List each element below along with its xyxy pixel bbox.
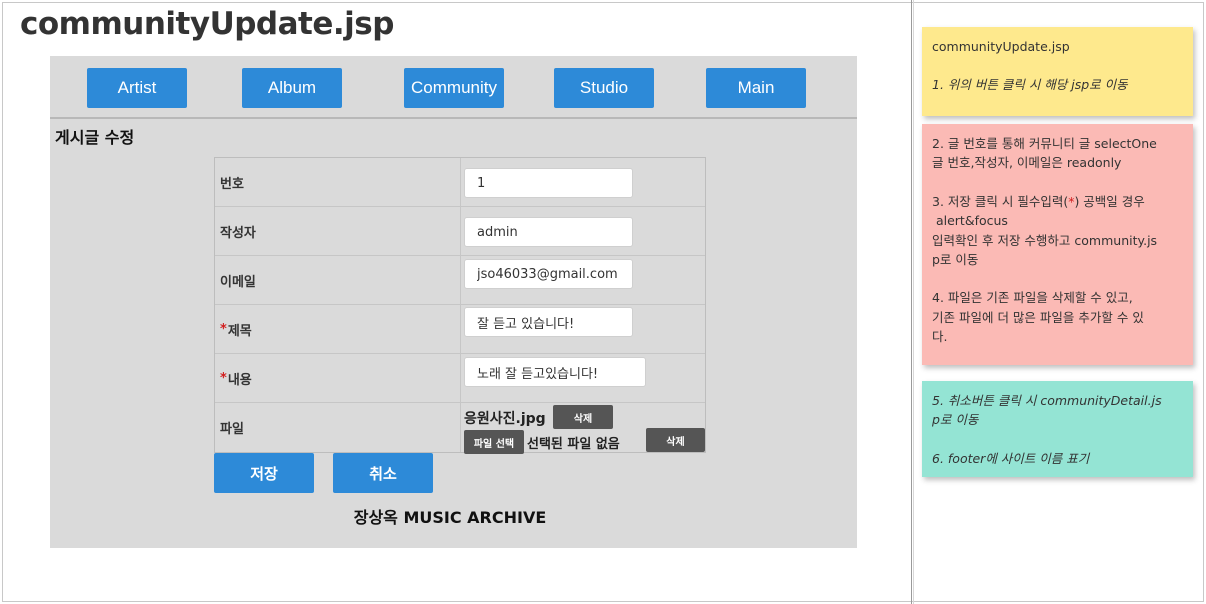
note-red-text: ) 공백일 경우	[1074, 193, 1145, 209]
form-row-content: * 내용	[215, 354, 705, 403]
nav-separator	[50, 117, 857, 119]
delete-new-file-button[interactable]: 삭제	[646, 428, 705, 452]
note-cancel-footer: 5. 취소버튼 클릭 시 communityDetail.js p로 이동 6.…	[922, 381, 1193, 477]
note-red-text: 3. 저장 클릭 시 필수입력(	[932, 193, 1069, 209]
number-label: 번호	[215, 158, 461, 206]
subject-label-cell: * 제목	[215, 305, 461, 353]
note-red-line: 글 번호,작성자, 이메일은 readonly	[932, 155, 1122, 171]
author-label: 작성자	[215, 207, 461, 255]
nav-studio-button[interactable]: Studio	[554, 68, 654, 108]
note-red-line: p로 이동	[932, 251, 979, 267]
note-green-line: 5. 취소버튼 클릭 시 communityDetail.js	[932, 393, 1162, 408]
section-title: 게시글 수정	[55, 128, 135, 147]
note-red-line: 2. 글 번호를 통해 커뮤니티 글 selectOne	[932, 136, 1157, 151]
note-red-line: 기존 파일에 더 많은 파일을 추가할 수 있	[932, 309, 1144, 325]
note-red-line: 다.	[932, 329, 948, 344]
nav-artist-button[interactable]: Artist	[87, 68, 187, 108]
email-cell	[462, 256, 705, 304]
author-input[interactable]	[464, 217, 633, 247]
note-nav-behavior: communityUpdate.jsp 1. 위의 버튼 클릭 시 해당 jsp…	[922, 27, 1193, 116]
email-input[interactable]	[464, 259, 633, 289]
page-mockup: Artist Album Community Studio Main 게시글 수…	[50, 56, 857, 548]
form-row-file: 파일 응원사진.jpg 삭제 파일 선택 선택된 파일 없음 삭제	[215, 403, 705, 454]
note-yellow-text: 1. 위의 버튼 클릭 시 해당 jsp로 이동	[932, 77, 1128, 93]
save-button[interactable]: 저장	[214, 453, 314, 493]
site-footer: 장상옥 MUSIC ARCHIVE	[353, 508, 547, 527]
panel-divider-shadow	[913, 0, 914, 604]
note-red-line: 입력확인 후 저장 수행하고 community.js	[932, 232, 1158, 248]
number-cell	[462, 158, 705, 206]
file-status-text: 선택된 파일 없음	[527, 437, 620, 452]
edit-form-table: 번호 작성자 이메일 * 제목	[214, 157, 706, 454]
form-row-email: 이메일	[215, 256, 705, 305]
content-input[interactable]	[464, 357, 646, 387]
content-cell	[462, 354, 705, 402]
note-green-line: 6. footer에 사이트 이름 표기	[932, 450, 1090, 466]
subject-label: 제목	[227, 323, 252, 339]
subject-cell	[462, 305, 705, 353]
note-red-line: 3. 저장 클릭 시 필수입력(*) 공백일 경우	[932, 192, 1183, 211]
note-yellow-title: communityUpdate.jsp	[932, 39, 1070, 54]
subject-input[interactable]	[464, 307, 633, 337]
note-form-behavior: 2. 글 번호를 통해 커뮤니티 글 selectOne 글 번호,작성자, 이…	[922, 124, 1193, 365]
existing-file-name: 응원사진.jpg	[464, 411, 546, 427]
file-cell: 응원사진.jpg 삭제 파일 선택 선택된 파일 없음 삭제	[462, 403, 705, 454]
required-mark: *	[220, 370, 227, 386]
nav-album-button[interactable]: Album	[242, 68, 342, 108]
author-cell	[462, 207, 705, 255]
panel-divider	[911, 0, 912, 604]
content-label-cell: * 내용	[215, 354, 461, 402]
form-row-subject: * 제목	[215, 305, 705, 354]
delete-existing-file-button[interactable]: 삭제	[553, 405, 613, 429]
required-mark: *	[220, 321, 227, 337]
number-input[interactable]	[464, 168, 633, 198]
choose-file-button[interactable]: 파일 선택	[464, 430, 524, 454]
content-label: 내용	[227, 372, 252, 388]
nav-main-button[interactable]: Main	[706, 68, 806, 108]
page-title: communityUpdate.jsp	[20, 6, 394, 42]
email-label: 이메일	[215, 256, 461, 304]
nav-community-button[interactable]: Community	[404, 68, 504, 108]
note-red-line: alert&focus	[932, 213, 1008, 229]
note-red-line: 4. 파일은 기존 파일을 삭제할 수 있고,	[932, 290, 1133, 306]
form-row-author: 작성자	[215, 207, 705, 256]
note-green-line: p로 이동	[932, 412, 979, 428]
form-row-number: 번호	[215, 158, 705, 207]
cancel-button[interactable]: 취소	[333, 453, 433, 493]
file-label: 파일	[215, 403, 461, 452]
